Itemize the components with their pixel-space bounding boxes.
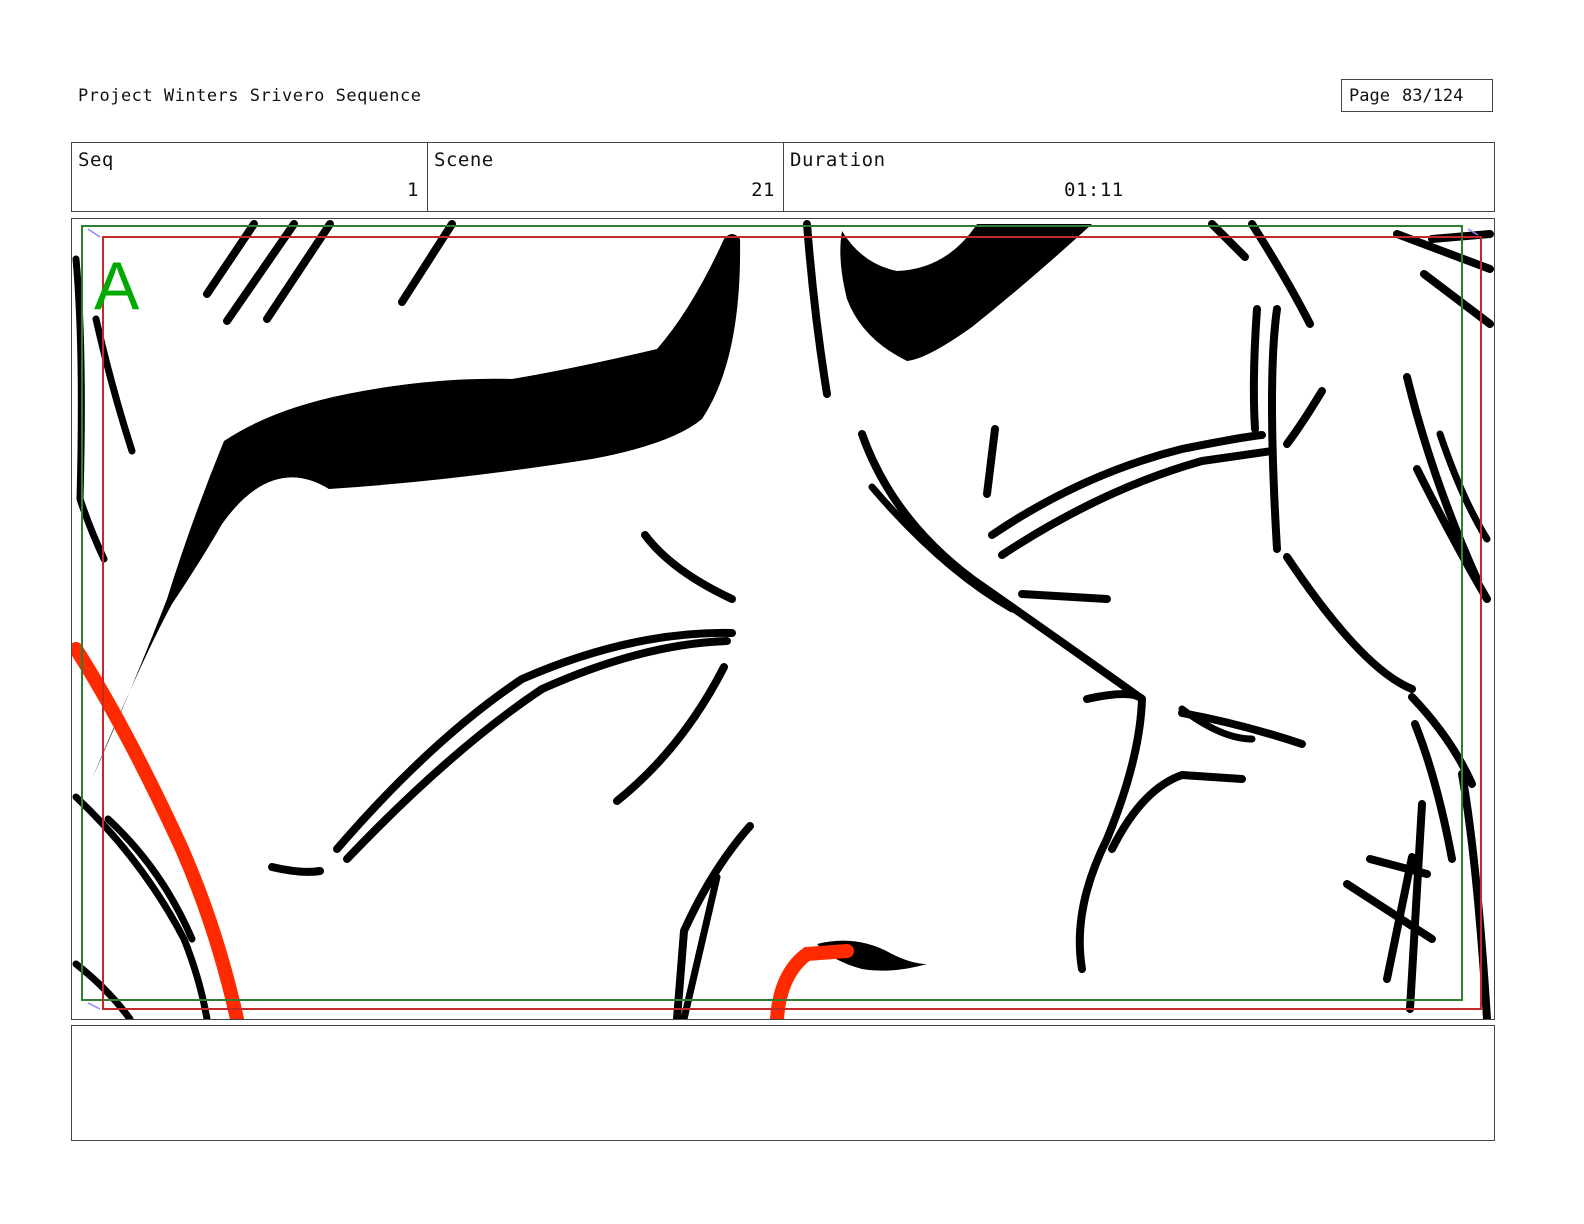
scene-value: 21	[751, 179, 775, 201]
panel-drawing: A	[72, 220, 1494, 1019]
shot-info-row: Seq 1 Scene 21 Duration 01:11	[71, 142, 1495, 212]
project-title: Project Winters Srivero Sequence	[78, 86, 422, 106]
notes-box[interactable]	[71, 1025, 1495, 1141]
seq-cell: Seq 1	[72, 143, 428, 211]
scene-label: Scene	[434, 149, 494, 171]
page-indicator: Page 83/124	[1341, 79, 1493, 112]
duration-cell: Duration 01:11	[784, 143, 1494, 211]
sketch-strokes	[72, 220, 1494, 1019]
storyboard-panel[interactable]: A	[71, 218, 1495, 1020]
page-label: Page	[1349, 86, 1390, 106]
duration-value: 01:11	[1064, 179, 1124, 201]
seq-value: 1	[407, 179, 419, 201]
seq-label: Seq	[78, 149, 114, 171]
duration-label: Duration	[790, 149, 886, 171]
scene-cell: Scene 21	[428, 143, 784, 211]
page-number: 83/124	[1401, 86, 1464, 106]
ink-fills	[92, 224, 1092, 971]
panel-marker: A	[94, 248, 140, 324]
